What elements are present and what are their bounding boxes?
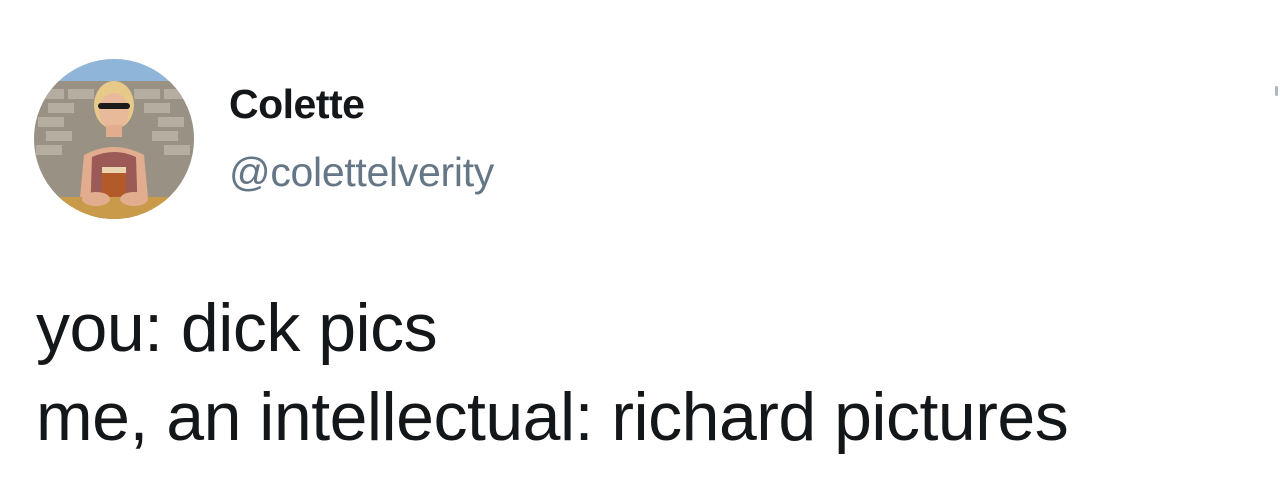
user-handle[interactable]: @colettelverity (229, 148, 494, 196)
tweet-text-line: me, an intellectual: richard pictures (36, 379, 1069, 455)
more-options-icon[interactable] (1275, 86, 1278, 96)
tweet-text: you: dick pics me, an intellectual: rich… (36, 284, 1266, 462)
profile-photo-icon (34, 59, 194, 219)
tweet-text-line: you: dick pics (36, 290, 438, 366)
tweet-card: Colette @colettelverity you: dick pics m… (0, 0, 1280, 493)
avatar[interactable] (34, 59, 194, 219)
display-name[interactable]: Colette (229, 80, 365, 128)
